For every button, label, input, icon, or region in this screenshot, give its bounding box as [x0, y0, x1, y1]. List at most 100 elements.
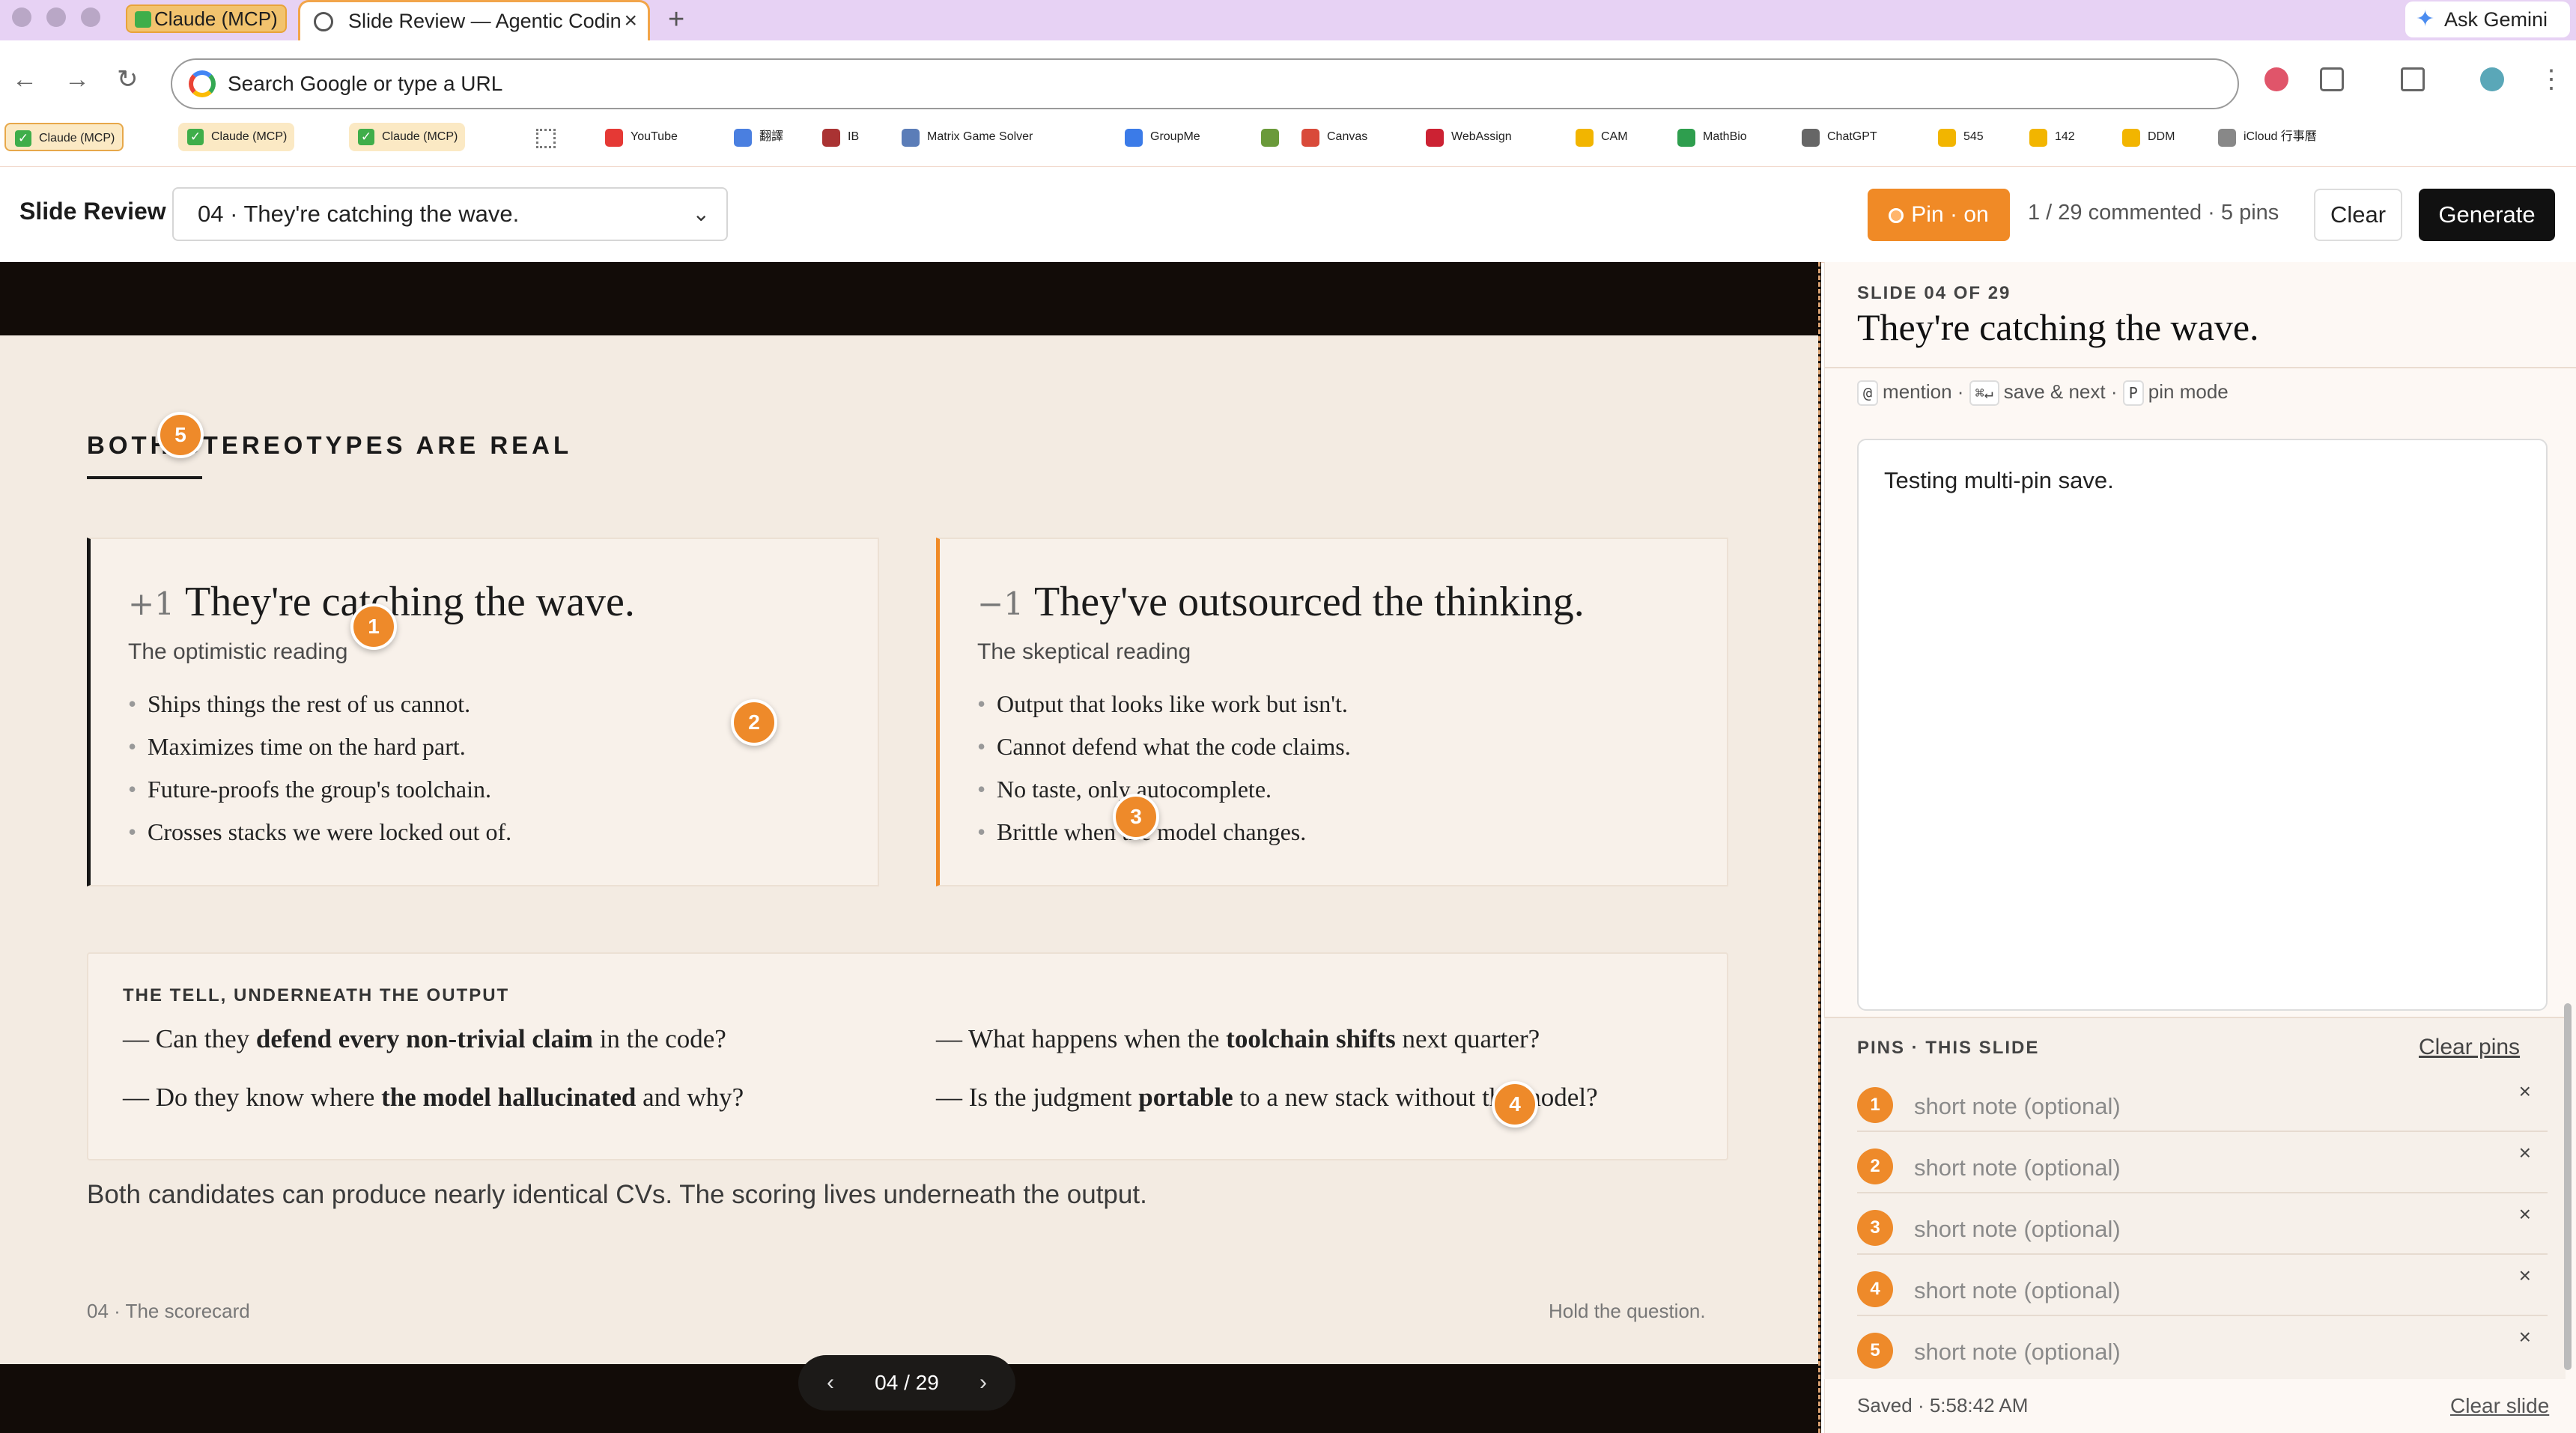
apps-grid-icon[interactable]: [536, 129, 556, 148]
bullet-item: Maximizes time on the hard part.: [128, 725, 511, 768]
bookmark-item[interactable]: ChatGPT: [1796, 123, 1883, 151]
close-window-button[interactable]: [12, 7, 31, 27]
bookmark-label: Matrix Game Solver: [927, 130, 1033, 143]
card-sign: +1: [128, 585, 174, 622]
sigma-icon: [1261, 129, 1279, 147]
bookmark-item[interactable]: DDM: [2116, 123, 2181, 151]
bookmark-item[interactable]: ✓ Claude (MCP): [4, 123, 124, 151]
drive-icon: [2029, 129, 2047, 147]
bookmark-item[interactable]: ✓ Claude (MCP): [178, 123, 295, 151]
remove-pin-button[interactable]: ×: [2519, 1141, 2531, 1165]
pin-number-badge: 5: [1857, 1333, 1893, 1369]
bookmark-item[interactable]: CAM: [1570, 123, 1634, 151]
generate-button[interactable]: Generate: [2419, 189, 2555, 241]
bookmark-item[interactable]: MathBio: [1671, 123, 1753, 151]
bookmark-item[interactable]: iCloud 行事曆: [2212, 123, 2323, 151]
extensions-icon[interactable]: [2320, 67, 2344, 91]
slide-pager: ‹ 04 / 29 ›: [798, 1355, 1015, 1411]
pin-row: 1 short note (optional) ×: [1857, 1072, 2548, 1132]
pin-note-input[interactable]: short note (optional): [1914, 1339, 2121, 1366]
kicker-underline: [87, 476, 202, 479]
bookmark-label: ChatGPT: [1827, 130, 1877, 143]
menu-icon[interactable]: ⋮: [2539, 64, 2564, 94]
pin-marker-5[interactable]: 5: [157, 412, 204, 458]
maximize-window-button[interactable]: [81, 7, 100, 27]
panel-scrollbar[interactable]: [2564, 1003, 2572, 1370]
bookmark-item[interactable]: 翻譯: [728, 123, 789, 151]
clear-slide-link[interactable]: Clear slide: [2450, 1394, 2549, 1418]
bookmark-item[interactable]: GroupMe: [1119, 123, 1206, 151]
ask-gemini-button[interactable]: ✦ Ask Gemini: [2405, 1, 2570, 37]
minimize-window-button[interactable]: [46, 7, 66, 27]
slide-select[interactable]: 04 · They're catching the wave. ⌄: [172, 187, 728, 241]
next-slide-button[interactable]: ›: [979, 1355, 987, 1411]
card-skeptical: −1 They've outsourced the thinking. The …: [936, 538, 1728, 886]
reload-button[interactable]: ↻: [117, 64, 139, 94]
bookmark-item[interactable]: Matrix Game Solver: [896, 123, 1039, 151]
bookmark-item[interactable]: 545: [1932, 123, 1990, 151]
pin-note-input[interactable]: short note (optional): [1914, 1277, 2121, 1304]
panel-eyebrow: SLIDE 04 OF 29: [1857, 283, 2011, 303]
tab-search-icon[interactable]: [2401, 67, 2425, 91]
bookmark-item[interactable]: Canvas: [1295, 123, 1373, 151]
remove-pin-button[interactable]: ×: [2519, 1325, 2531, 1349]
comment-textarea[interactable]: Testing multi-pin save.: [1857, 439, 2548, 1011]
pin-note-input[interactable]: short note (optional): [1914, 1216, 2121, 1243]
pin-row: 5 short note (optional) ×: [1857, 1318, 2548, 1378]
tab-close-button[interactable]: ×: [624, 2, 637, 40]
forward-button[interactable]: →: [64, 64, 90, 94]
bookmark-label: GroupMe: [1150, 130, 1200, 143]
back-button[interactable]: ←: [12, 64, 37, 94]
bookmark-label: iCloud 行事曆: [2244, 130, 2317, 143]
chatgpt-icon: [1802, 129, 1820, 147]
pin-marker-3[interactable]: 3: [1113, 794, 1159, 840]
pin-marker-2[interactable]: 2: [731, 699, 777, 746]
shortcut-hints: @ mention · ⌘↵ save & next · Ppin mode: [1857, 380, 2229, 406]
globe-icon: [314, 12, 333, 31]
bookmark-item[interactable]: IB: [816, 123, 865, 151]
bookmark-label: MathBio: [1703, 130, 1747, 143]
pin-mode-toggle[interactable]: Pin · on: [1868, 189, 2010, 241]
bookmark-label: Claude (MCP): [39, 132, 115, 144]
sheets-icon: [1677, 129, 1695, 147]
tab-claude-mcp[interactable]: Claude (MCP): [126, 4, 287, 33]
pin-note-input[interactable]: short note (optional): [1914, 1093, 2121, 1120]
bookmark-item[interactable]: 142: [2023, 123, 2081, 151]
remove-pin-button[interactable]: ×: [2519, 1080, 2531, 1104]
bookmark-item[interactable]: ✓ Claude (MCP): [349, 123, 466, 151]
adblock-icon[interactable]: [2264, 67, 2288, 91]
bookmark-item[interactable]: YouTube: [599, 123, 684, 151]
tab-slide-review[interactable]: Slide Review — Agentic Codin ×: [298, 0, 650, 40]
bookmark-label: Claude (MCP): [211, 130, 288, 143]
bookmark-item[interactable]: WebAssign: [1420, 123, 1518, 151]
prev-slide-button[interactable]: ‹: [827, 1355, 834, 1411]
card-bullets: Ships things the rest of us cannot. Maxi…: [128, 683, 511, 854]
clear-pins-link[interactable]: Clear pins: [2419, 1035, 2520, 1060]
pin-marker-1[interactable]: 1: [350, 603, 397, 650]
key-at: @: [1857, 380, 1879, 406]
remove-pin-button[interactable]: ×: [2519, 1264, 2531, 1288]
profile-avatar[interactable]: [2480, 67, 2504, 91]
card-bullets: Output that looks like work but isn't. C…: [977, 683, 1351, 854]
bullet-item: Ships things the rest of us cannot.: [128, 683, 511, 725]
new-tab-button[interactable]: +: [668, 0, 684, 39]
clear-button[interactable]: Clear: [2314, 189, 2402, 241]
tell-question: — Do they know where the model hallucina…: [123, 1083, 744, 1112]
youtube-icon: [605, 129, 623, 147]
check-icon: [135, 11, 151, 28]
canvas-icon: [1301, 129, 1319, 147]
ib-icon: [822, 129, 840, 147]
bookmark-label: Canvas: [1327, 130, 1368, 143]
panel-divider: [1824, 367, 2576, 368]
pin-note-input[interactable]: short note (optional): [1914, 1154, 2121, 1181]
check-icon: ✓: [358, 129, 374, 145]
drive-icon: [1576, 129, 1594, 147]
bookmark-label: CAM: [1601, 130, 1628, 143]
pin-number-badge: 2: [1857, 1148, 1893, 1184]
pins-label: PINS · THIS SLIDE: [1857, 1038, 2040, 1058]
remove-pin-button[interactable]: ×: [2519, 1202, 2531, 1226]
omnibox[interactable]: Search Google or type a URL: [171, 58, 2239, 109]
pin-marker-4[interactable]: 4: [1492, 1081, 1538, 1128]
bookmark-item[interactable]: [1255, 123, 1292, 151]
bookmark-label: Claude (MCP): [382, 130, 458, 143]
